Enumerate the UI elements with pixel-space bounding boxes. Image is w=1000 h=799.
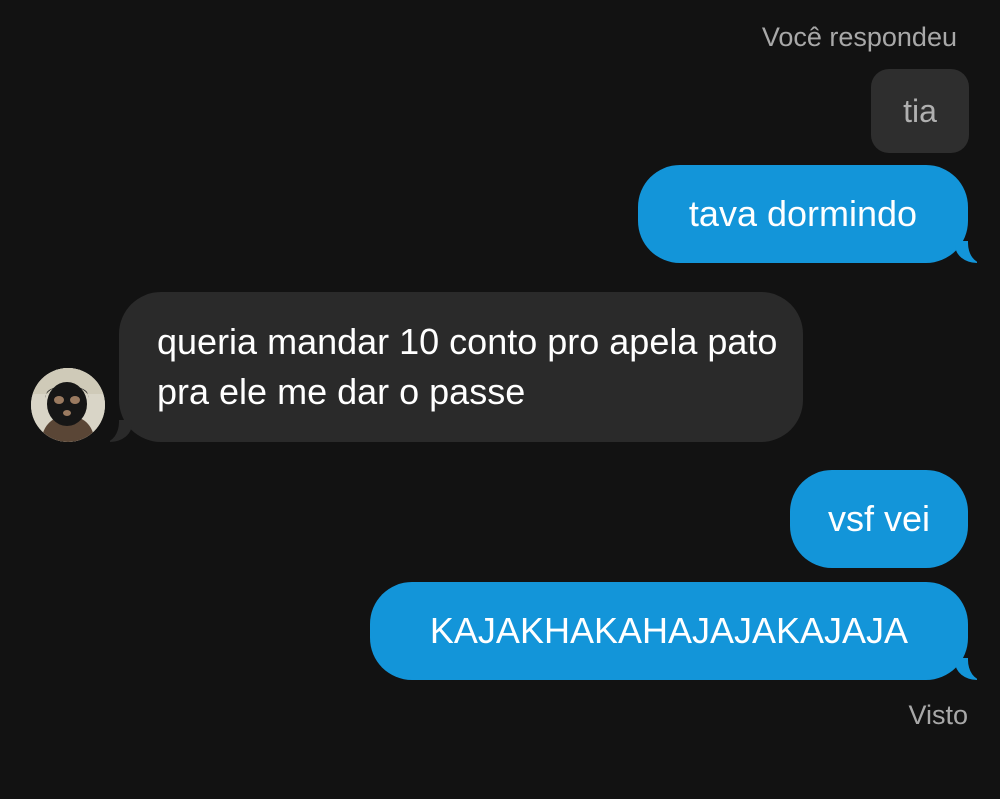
reply-context-label: Você respondeu [761,22,957,52]
incoming-message-bubble[interactable]: queria mandar 10 conto pro apela pato pr… [105,292,803,442]
outgoing-message-bubble[interactable]: tava dormindo [638,165,982,263]
quoted-message-bubble[interactable]: tia [871,69,969,153]
sender-avatar[interactable] [31,368,105,442]
message-text: vsf vei [827,498,931,539]
outgoing-message-bubble[interactable]: vsf vei [790,470,968,568]
seen-status: Visto [908,700,968,730]
outgoing-message-bubble[interactable]: KAJAKHAKAHAJAJAKAJAJA [370,582,982,680]
user-avatar-photo-icon [31,368,105,442]
message-text: KAJAKHAKAHAJAJAKAJAJA [429,610,909,651]
message-text: queria mandar 10 conto pro apela pato pr… [157,321,778,412]
quoted-message-text: tia [903,92,937,129]
message-text: tava dormindo [688,193,918,234]
